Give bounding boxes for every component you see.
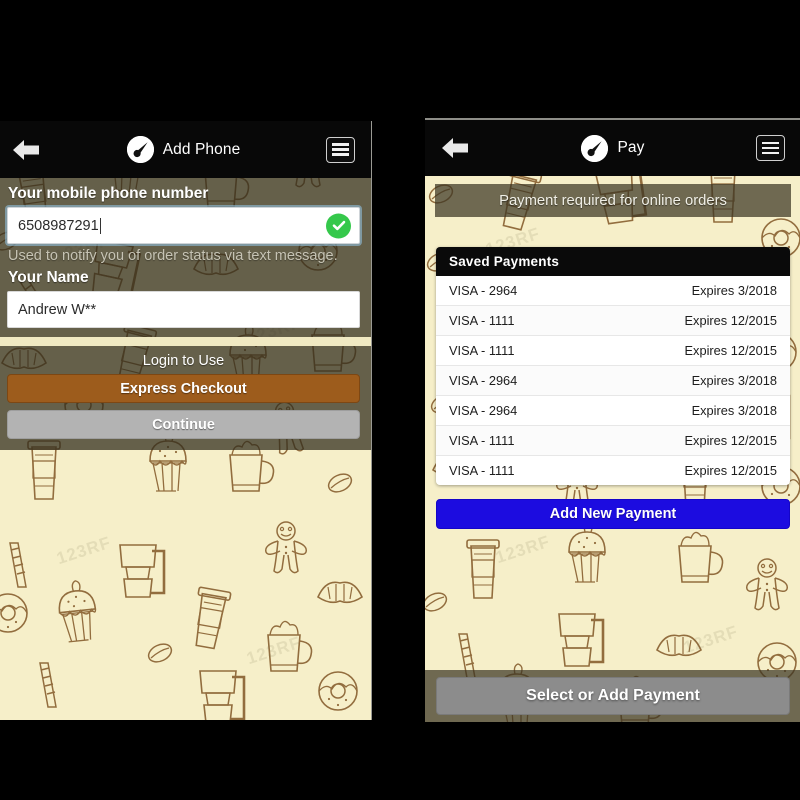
payment-row[interactable]: VISA - 2964 Expires 3/2018 [436, 396, 790, 426]
back-arrow-icon[interactable] [0, 121, 58, 178]
form-area: Your mobile phone number 6508987291 Used… [0, 178, 371, 337]
back-arrow-icon[interactable] [425, 120, 487, 177]
payment-card-name: VISA - 1111 [449, 463, 515, 478]
page-title: Add Phone [162, 140, 241, 158]
payment-row[interactable]: VISA - 1111 Expires 12/2015 [436, 426, 790, 456]
saved-payments-header: Saved Payments [436, 247, 790, 276]
payment-card-expiry: Expires 12/2015 [684, 433, 777, 448]
payment-row[interactable]: VISA - 1111 Expires 12/2015 [436, 306, 790, 336]
select-or-add-payment-button[interactable]: Select or Add Payment [436, 677, 790, 715]
screenshot-stage: 123RF 123RF 123RF 123RF Add Phone [0, 0, 800, 800]
payment-card-expiry: Expires 12/2015 [684, 463, 777, 478]
checkmark-circle-icon [326, 213, 351, 238]
payment-row[interactable]: VISA - 1111 Expires 12/2015 [436, 456, 790, 485]
payment-required-banner: Payment required for online orders [435, 184, 791, 217]
phone-help-text: Used to notify you of order status via t… [8, 248, 338, 264]
navbar-pay: Pay [425, 120, 800, 176]
saved-payments-list: VISA - 2964 Expires 3/2018 VISA - 1111 Expi… [436, 276, 790, 485]
section-divider-strip [0, 337, 371, 346]
page-title: Pay [617, 139, 645, 156]
payment-card-expiry: Expires 3/2018 [691, 373, 777, 388]
navbar-title-group: Pay [487, 134, 739, 162]
name-input[interactable]: Andrew W** [7, 291, 360, 328]
payment-row[interactable]: VISA - 2964 Expires 3/2018 [436, 276, 790, 306]
payment-card-name: VISA - 1111 [449, 343, 515, 358]
hamburger-menu-icon[interactable] [739, 120, 800, 177]
hamburger-menu-icon[interactable] [309, 121, 371, 178]
name-input-value: Andrew W** [18, 301, 97, 318]
navbar-title-group: Add Phone [58, 136, 309, 163]
payment-card-name: VISA - 1111 [449, 433, 515, 448]
phone-input[interactable]: 6508987291 [7, 207, 360, 244]
payment-card-expiry: Expires 12/2015 [684, 343, 777, 358]
express-checkout-button[interactable]: Express Checkout [7, 374, 360, 403]
payment-row[interactable]: VISA - 2964 Expires 3/2018 [436, 366, 790, 396]
navbar-add-phone: Add Phone [0, 121, 371, 178]
payment-card-expiry: Expires 3/2018 [691, 283, 777, 298]
phone-screen-pay: 123RF 123RF 123RF 123RF Pay [425, 118, 800, 722]
add-new-payment-button[interactable]: Add New Payment [436, 499, 790, 529]
name-field-label: Your Name [8, 269, 89, 286]
hamburger-menu-box [325, 136, 355, 163]
text-caret [99, 217, 101, 234]
payment-row[interactable]: VISA - 1111 Expires 12/2015 [436, 336, 790, 366]
form-overlay-panel: Your mobile phone number 6508987291 Used… [0, 178, 371, 337]
phone-screen-add-phone: 123RF 123RF 123RF 123RF Add Phone [0, 121, 372, 720]
payment-card-expiry: Expires 3/2018 [691, 403, 777, 418]
actions-overlay-panel: Login to Use Express Checkout Continue [0, 346, 371, 450]
payment-card-name: VISA - 2964 [449, 283, 518, 298]
brand-coffee-logo-icon [581, 134, 609, 162]
hamburger-menu-box [755, 135, 785, 161]
phone-field-label: Your mobile phone number [8, 185, 209, 202]
login-to-use-label: Login to Use [142, 353, 225, 369]
brand-coffee-logo-icon [126, 136, 154, 163]
payment-card-expiry: Expires 12/2015 [684, 313, 777, 328]
actions-area: Login to Use Express Checkout Continue [0, 346, 371, 450]
payment-card-name: VISA - 1111 [449, 313, 515, 328]
payment-required-text: Payment required for online orders [499, 192, 727, 209]
phone-input-value: 6508987291 [18, 217, 99, 234]
payment-card-name: VISA - 2964 [449, 373, 518, 388]
continue-button[interactable]: Continue [7, 410, 360, 439]
payment-card-name: VISA - 2964 [449, 403, 518, 418]
saved-payments-title: Saved Payments [449, 254, 560, 269]
saved-payments-card: Saved Payments VISA - 2964 Expires 3/2018… [436, 247, 790, 485]
footer-bar: Select or Add Payment [425, 670, 800, 722]
